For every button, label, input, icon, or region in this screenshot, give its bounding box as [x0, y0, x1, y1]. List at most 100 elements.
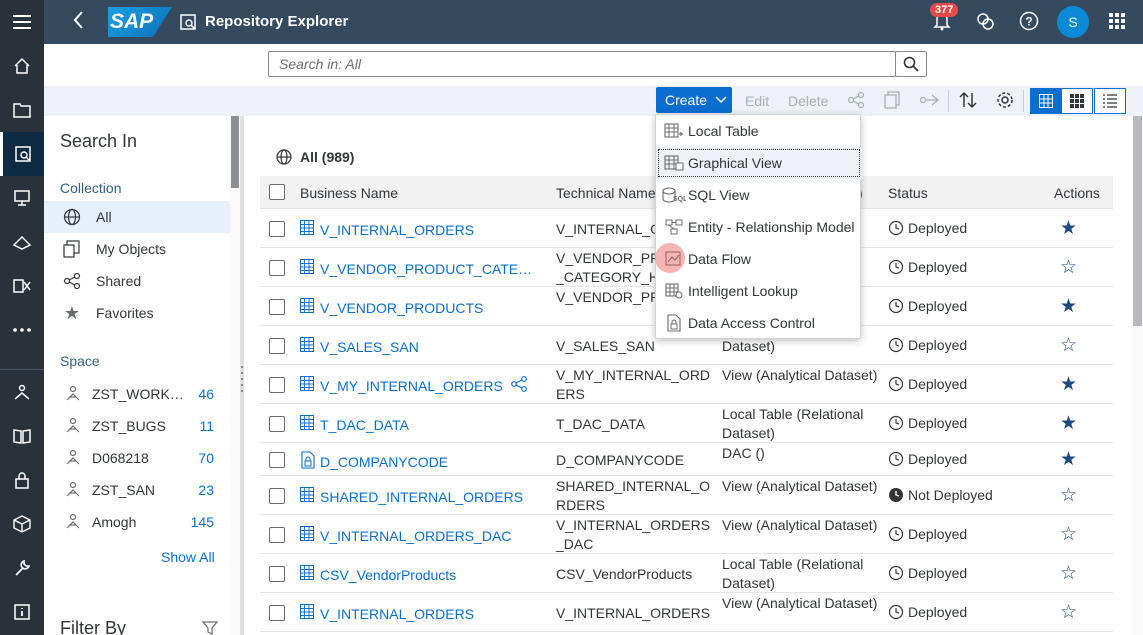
space-icon	[66, 417, 80, 436]
business-name-link[interactable]: D_COMPANYCODE	[300, 451, 448, 472]
row-checkbox[interactable]	[269, 605, 285, 621]
space-item[interactable]: ZST_WORK… 46	[44, 378, 230, 410]
table-view-toggle[interactable]	[1030, 88, 1062, 114]
collection-item-all[interactable]: All	[44, 201, 230, 233]
table-row[interactable]: V_MY_INTERNAL_ORDERS V_MY_INTERNAL_ORD ER…	[260, 365, 1113, 404]
favorite-star-filled-icon[interactable]: ★	[1060, 217, 1077, 240]
space-management-icon[interactable]	[0, 370, 44, 414]
row-checkbox[interactable]	[269, 488, 285, 504]
favorite-star-outline-icon[interactable]: ☆	[1060, 256, 1077, 279]
menu-item-graphical-view[interactable]: Graphical View	[656, 147, 862, 179]
home-icon[interactable]	[0, 44, 44, 88]
business-name-link[interactable]: V_INTERNAL_ORDERS_DAC	[300, 526, 511, 545]
collection-item-shared[interactable]: Shared	[44, 265, 230, 297]
settings-gear-icon[interactable]	[996, 91, 1014, 112]
favorite-star-outline-icon[interactable]: ☆	[1060, 523, 1077, 546]
create-button[interactable]: Create	[656, 87, 732, 113]
feedback-icon[interactable]	[975, 11, 995, 34]
business-name-link[interactable]: V_INTERNAL_ORDERS	[300, 220, 474, 239]
favorite-star-filled-icon[interactable]: ★	[1060, 373, 1077, 396]
menu-item-sql-view[interactable]: SQL SQL View	[656, 179, 862, 211]
lock-icon[interactable]	[0, 458, 44, 502]
business-name-link[interactable]: V_VENDOR_PRODUCTS	[300, 298, 483, 317]
business-name-link[interactable]: V_VENDOR_PRODUCT_CATE…	[300, 259, 532, 278]
menu-item-local-table[interactable]: Local Table	[656, 115, 862, 147]
filter-icon[interactable]	[201, 621, 219, 635]
table-row[interactable]: SHARED_INTERNAL_ORDERS SHARED_INTERNAL_O …	[260, 476, 1113, 515]
collection-item-favorites[interactable]: ★ Favorites	[44, 297, 230, 329]
user-avatar[interactable]: S	[1057, 6, 1089, 38]
menu-item-intelligent-lookup[interactable]: Intelligent Lookup	[656, 275, 862, 307]
table-row[interactable]: CSV_VendorProducts CSV_VendorProducts Loca…	[260, 554, 1113, 593]
sap-logo[interactable]: SAP	[108, 7, 172, 37]
favorite-star-filled-icon[interactable]: ★	[1060, 295, 1077, 318]
space-item[interactable]: Amogh 145	[44, 506, 230, 538]
menu-item-data-access-control[interactable]: Data Access Control	[656, 307, 862, 339]
help-icon[interactable]: ?	[1019, 11, 1039, 34]
left-panel-scrollbar[interactable]	[230, 116, 240, 635]
folder-icon[interactable]	[0, 88, 44, 132]
all-count-label: All (989)	[300, 149, 355, 165]
list-view-toggle[interactable]	[1094, 88, 1126, 114]
row-checkbox[interactable]	[269, 416, 285, 432]
sort-icon[interactable]	[959, 91, 977, 112]
favorite-star-filled-icon[interactable]: ★	[1060, 412, 1077, 435]
space-item[interactable]: ZST_SAN 23	[44, 474, 230, 506]
edit-button[interactable]: Edit	[745, 93, 769, 109]
row-checkbox[interactable]	[269, 338, 285, 354]
back-button[interactable]	[72, 10, 84, 36]
show-all-link[interactable]: Show All	[161, 549, 215, 565]
package-icon[interactable]	[0, 502, 44, 546]
hamburger-menu-icon[interactable]	[0, 0, 44, 44]
select-all-checkbox[interactable]	[269, 184, 285, 200]
row-checkbox[interactable]	[269, 260, 285, 276]
favorite-star-outline-icon[interactable]: ☆	[1060, 601, 1077, 624]
business-name-link[interactable]: SHARED_INTERNAL_ORDERS	[300, 487, 523, 506]
delete-button[interactable]: Delete	[788, 93, 828, 109]
business-name-link[interactable]: V_SALES_SAN	[300, 337, 419, 356]
business-name: CSV_VendorProducts	[320, 566, 457, 583]
column-business-name[interactable]: Business Name	[300, 185, 398, 201]
tile-view-toggle[interactable]	[1061, 88, 1093, 114]
business-builder-icon[interactable]	[0, 220, 44, 264]
wrench-icon[interactable]	[0, 546, 44, 590]
business-name-link[interactable]: CSV_VendorProducts	[300, 565, 456, 584]
favorite-star-outline-icon[interactable]: ☆	[1060, 562, 1077, 585]
copy-icon[interactable]	[884, 91, 900, 112]
business-name-link[interactable]: V_INTERNAL_ORDERS	[300, 604, 474, 623]
favorite-star-outline-icon[interactable]: ☆	[1060, 334, 1077, 357]
table-row[interactable]: V_INTERNAL_ORDERS_DAC V_INTERNAL_ORDERS _…	[260, 515, 1113, 554]
search-input[interactable]: Search in: All	[268, 51, 896, 77]
favorite-star-filled-icon[interactable]: ★	[1060, 448, 1077, 471]
row-checkbox[interactable]	[269, 299, 285, 315]
data-integration-icon[interactable]	[0, 264, 44, 308]
table-row[interactable]: T_DAC_DATA T_DAC_DATA Local Table (Relatio…	[260, 404, 1113, 443]
impact-lineage-icon[interactable]	[919, 91, 940, 112]
space-item[interactable]: ZST_BUGS 11	[44, 410, 230, 442]
favorite-star-outline-icon[interactable]: ☆	[1060, 484, 1077, 507]
row-checkbox[interactable]	[269, 566, 285, 582]
repository-explorer-nav-icon[interactable]	[0, 132, 44, 176]
book-icon[interactable]	[0, 414, 44, 458]
table-row[interactable]: V_INTERNAL_ORDERS V_INTERNAL_ORDERS View (…	[260, 593, 1113, 632]
main-scrollbar[interactable]	[1132, 116, 1143, 635]
column-status[interactable]: Status	[888, 185, 928, 201]
row-checkbox[interactable]	[269, 452, 285, 468]
more-icon[interactable]	[0, 308, 44, 352]
business-name-link[interactable]: T_DAC_DATA	[300, 415, 409, 434]
product-switch-icon[interactable]	[1109, 13, 1125, 32]
space-item[interactable]: D068218 70	[44, 442, 230, 474]
menu-item-data-flow[interactable]: Data Flow	[656, 243, 862, 275]
presentation-icon[interactable]	[0, 176, 44, 220]
row-checkbox[interactable]	[269, 221, 285, 237]
menu-item-er-model[interactable]: Entity - Relationship Model	[656, 211, 862, 243]
business-name-link[interactable]: V_MY_INTERNAL_ORDERS	[300, 376, 527, 395]
search-button[interactable]	[895, 51, 927, 77]
row-checkbox[interactable]	[269, 377, 285, 393]
collection-item-my-objects[interactable]: My Objects	[44, 233, 230, 265]
share-icon[interactable]	[847, 91, 865, 112]
column-technical-name[interactable]: Technical Name	[556, 185, 656, 201]
table-row[interactable]: D_COMPANYCODE D_COMPANYCODE DAC () Deployed…	[260, 443, 1113, 476]
row-checkbox[interactable]	[269, 527, 285, 543]
info-icon[interactable]	[0, 590, 44, 634]
